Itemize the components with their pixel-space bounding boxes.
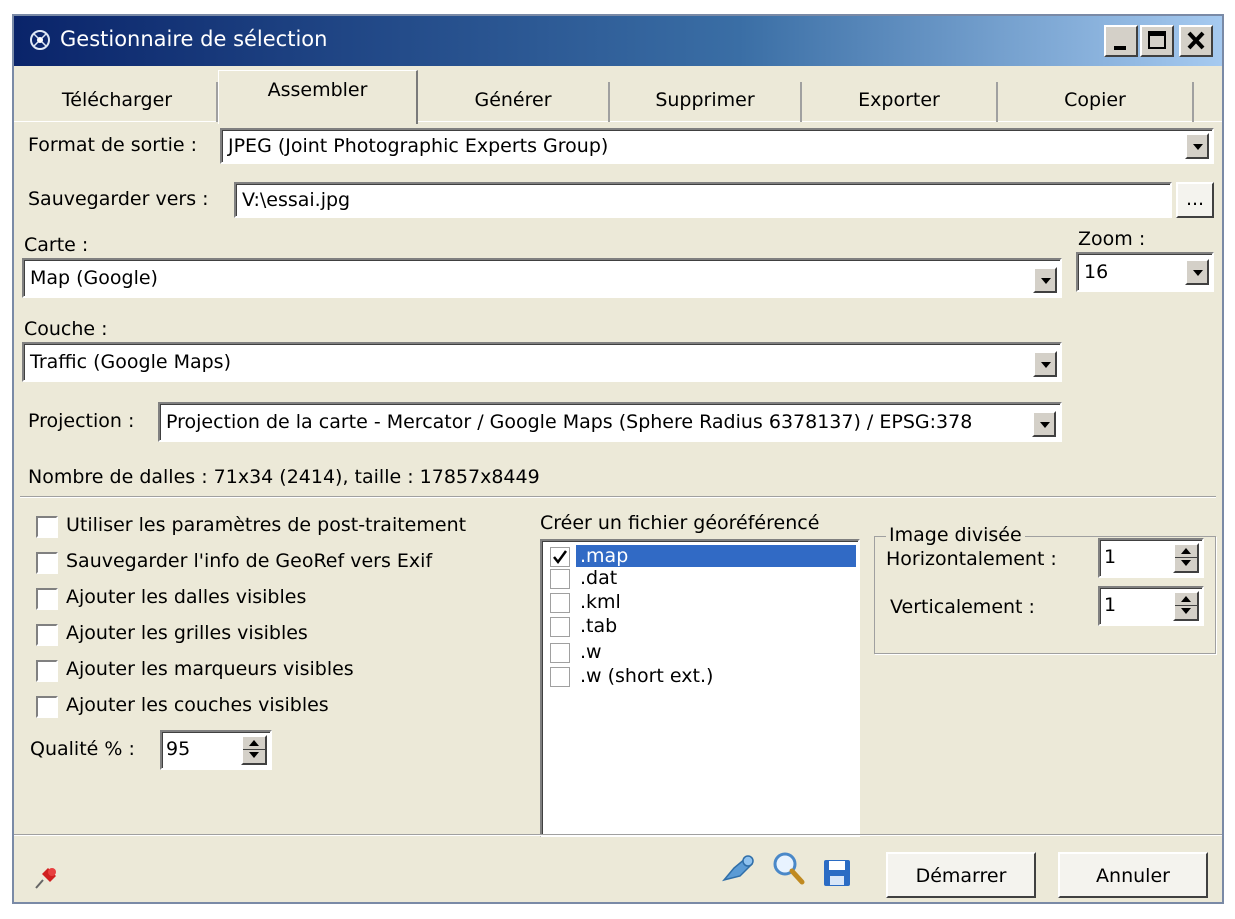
- list-item-label: .kml: [580, 591, 621, 613]
- chevron-down-icon[interactable]: [1185, 259, 1209, 285]
- georef-title: Créer un fichier géoréférencé: [540, 512, 820, 534]
- option-checkbox-post-processing[interactable]: [36, 516, 58, 538]
- quality-spinner[interactable]: 95: [160, 730, 272, 770]
- quality-label: Qualité % :: [30, 738, 135, 760]
- tiles-info: Nombre de dalles : 71x34 (2414), taille …: [28, 466, 540, 488]
- horizontal-spinner[interactable]: 1: [1098, 538, 1204, 578]
- option-label: Ajouter les grilles visibles: [66, 622, 308, 644]
- tab-assembler[interactable]: Assembler: [218, 70, 418, 124]
- map-pin-icon[interactable]: [718, 850, 758, 890]
- vertical-label: Verticalement :: [890, 596, 1035, 618]
- start-button[interactable]: Démarrer: [886, 852, 1036, 898]
- title-bar[interactable]: Gestionnaire de sélection: [14, 16, 1222, 66]
- layer-value: Traffic (Google Maps): [30, 351, 231, 373]
- option-checkbox-visible-grids[interactable]: [36, 624, 58, 646]
- browse-button[interactable]: ...: [1176, 182, 1214, 218]
- georef-list[interactable]: .map .dat .kml .tab .w .w (short ext.): [540, 539, 860, 837]
- list-item-label: .w: [580, 641, 602, 663]
- checkmark-icon: [553, 550, 568, 565]
- list-item-checkbox[interactable]: [550, 569, 570, 589]
- horizontal-label: Horizontalement :: [886, 548, 1057, 570]
- maximize-button[interactable]: [1140, 25, 1174, 57]
- tab-supprimer[interactable]: Supprimer: [610, 82, 802, 122]
- separator: [20, 496, 1216, 498]
- minimize-icon: [1114, 46, 1126, 50]
- tab-generer[interactable]: Générer: [418, 82, 610, 122]
- map-select[interactable]: Map (Google): [22, 258, 1062, 298]
- tab-copier[interactable]: Copier: [998, 82, 1194, 122]
- maximize-icon: [1148, 31, 1166, 49]
- spin-arrows-icon[interactable]: [241, 735, 267, 765]
- cancel-button[interactable]: Annuler: [1058, 852, 1208, 898]
- option-label: Ajouter les marqueurs visibles: [66, 658, 354, 680]
- zoom-value: 16: [1084, 261, 1109, 283]
- spin-arrows-icon[interactable]: [1173, 543, 1199, 573]
- chevron-down-icon[interactable]: [1033, 351, 1057, 377]
- list-item-checkbox[interactable]: [550, 667, 570, 687]
- list-item-label: .w (short ext.): [580, 665, 714, 687]
- list-item-checkbox[interactable]: [550, 547, 570, 567]
- tab-exporter[interactable]: Exporter: [802, 82, 998, 122]
- close-icon: [1187, 31, 1205, 50]
- option-checkbox-georef-exif[interactable]: [36, 552, 58, 574]
- option-checkbox-visible-layers[interactable]: [36, 696, 58, 718]
- couche-label: Couche :: [24, 318, 108, 340]
- list-item-checkbox[interactable]: [550, 643, 570, 663]
- format-label: Format de sortie :: [28, 134, 197, 156]
- projection-label: Projection :: [28, 410, 135, 432]
- map-value: Map (Google): [30, 267, 158, 289]
- list-item[interactable]: .dat: [546, 567, 856, 594]
- output-format-value: JPEG (Joint Photographic Experts Group): [228, 135, 609, 157]
- tab-telecharger[interactable]: Télécharger: [18, 82, 218, 122]
- layer-select[interactable]: Traffic (Google Maps): [22, 342, 1062, 382]
- list-item-label: .dat: [580, 567, 618, 589]
- option-label: Sauvegarder l'info de GeoRef vers Exif: [66, 550, 433, 572]
- list-item-checkbox[interactable]: [550, 593, 570, 613]
- vertical-spinner[interactable]: 1: [1098, 586, 1204, 626]
- zoom-select[interactable]: 16: [1076, 252, 1214, 292]
- projection-value: Projection de la carte - Mercator / Goog…: [166, 411, 973, 433]
- quality-value: 95: [166, 738, 191, 760]
- option-label: Ajouter les dalles visibles: [66, 586, 307, 608]
- save-path-input[interactable]: V:\essai.jpg: [234, 182, 1172, 218]
- chevron-down-icon[interactable]: [1185, 133, 1209, 159]
- list-item-checkbox[interactable]: [550, 617, 570, 637]
- list-item[interactable]: .w (short ext.): [546, 665, 856, 692]
- window-title: Gestionnaire de sélection: [60, 27, 328, 51]
- magnifier-icon[interactable]: [770, 850, 806, 888]
- list-item[interactable]: .tab: [546, 615, 856, 642]
- close-button[interactable]: [1179, 25, 1213, 57]
- save-icon[interactable]: [822, 858, 852, 888]
- tab-strip: Télécharger Assembler Générer Supprimer …: [14, 68, 1222, 124]
- zoom-label: Zoom :: [1078, 228, 1146, 250]
- list-item-label: .tab: [580, 615, 618, 637]
- save-label: Sauvegarder vers :: [28, 188, 209, 210]
- list-item[interactable]: .w: [546, 641, 856, 668]
- option-label: Utiliser les paramètres de post-traiteme…: [66, 514, 467, 536]
- option-checkbox-visible-tiles[interactable]: [36, 588, 58, 610]
- horizontal-value: 1: [1104, 546, 1117, 568]
- option-checkbox-visible-markers[interactable]: [36, 660, 58, 682]
- carte-label: Carte :: [24, 234, 89, 256]
- vertical-value: 1: [1104, 594, 1117, 616]
- app-icon: [30, 30, 50, 50]
- save-path-value: V:\essai.jpg: [242, 189, 351, 211]
- selection-manager-window: Gestionnaire de sélection Télécharger As…: [12, 14, 1224, 904]
- list-item[interactable]: .kml: [546, 591, 856, 618]
- output-format-select[interactable]: JPEG (Joint Photographic Experts Group): [220, 128, 1214, 164]
- chevron-down-icon[interactable]: [1033, 267, 1057, 293]
- projection-select[interactable]: Projection de la carte - Mercator / Goog…: [158, 402, 1062, 442]
- pin-icon[interactable]: [32, 864, 60, 892]
- list-item-label: .map: [576, 545, 856, 567]
- split-title: Image divisée: [886, 524, 1025, 546]
- chevron-down-icon[interactable]: [1032, 411, 1056, 437]
- footer-separator: [14, 834, 1222, 836]
- minimize-button[interactable]: [1104, 25, 1138, 57]
- spin-arrows-icon[interactable]: [1173, 591, 1199, 621]
- option-label: Ajouter les couches visibles: [66, 694, 329, 716]
